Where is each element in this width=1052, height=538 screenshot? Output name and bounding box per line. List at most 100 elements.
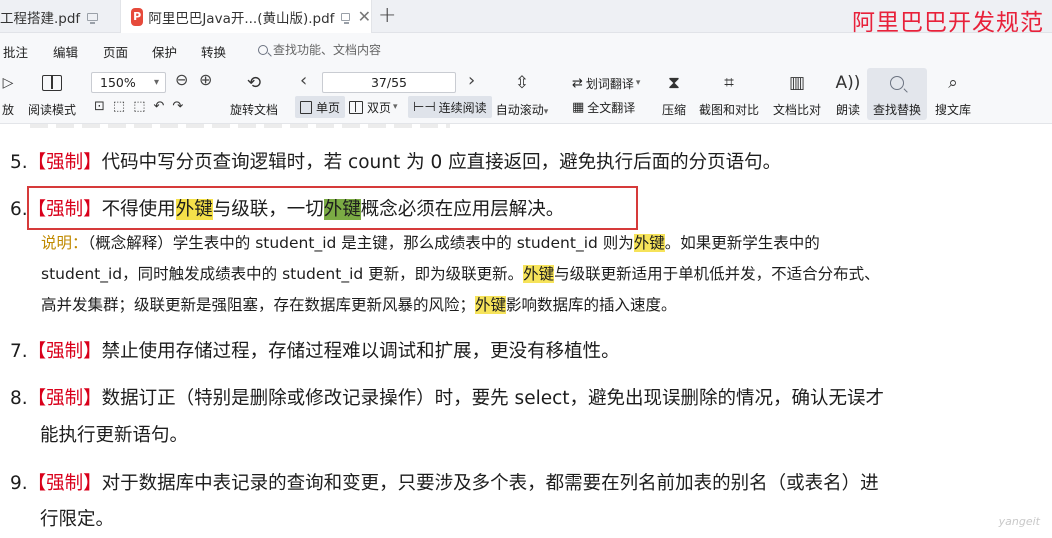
single-page-button[interactable]: 单页: [295, 96, 346, 118]
book-icon: [42, 75, 62, 91]
watermark: yangeit: [998, 515, 1040, 528]
tab-engineering-pdf[interactable]: 工程搭建.pdf: [0, 0, 115, 33]
continuous-icon: ⊢⊣: [413, 99, 436, 115]
reading-mode-button[interactable]: 阅读模式: [27, 71, 77, 118]
zoom-in-icon[interactable]: ⊕: [199, 70, 212, 89]
tab-alibaba-java-pdf[interactable]: P 阿里巴巴Java开...(黄山版).pdf ✕: [120, 0, 372, 33]
single-page-label: 单页: [316, 100, 341, 115]
rule-item-9-cont: 行限定。: [40, 509, 115, 530]
chevron-down-icon: ▾: [635, 78, 641, 88]
continuous-read-button[interactable]: ⊢⊣ 连续阅读: [408, 96, 492, 118]
reading-mode-label: 阅读模式: [27, 103, 76, 117]
menu-annotate[interactable]: 批注: [3, 42, 28, 61]
tab-label: 工程搭建.pdf: [0, 10, 81, 27]
prev-page-icon[interactable]: ‹: [300, 70, 307, 91]
double-page-label: 双页: [367, 100, 392, 115]
fit-page-icon[interactable]: ⬚: [113, 99, 125, 114]
highlight-foreign-key: 外键: [633, 234, 665, 252]
rule-tag: 【强制】: [27, 341, 102, 362]
search-icon: [258, 44, 268, 55]
auto-scroll-icon: ⇳: [514, 73, 530, 93]
rotate-doc-icon: ⟲: [246, 73, 262, 93]
compress-button[interactable]: ⧗ 压缩: [659, 71, 689, 118]
close-icon[interactable]: ✕: [358, 7, 371, 26]
menu-row: 批注 编辑 页面 保护 转换 查找功能、文档内容: [0, 33, 1052, 64]
doc-compare-icon: ▥: [788, 73, 806, 93]
monitor-icon: [87, 12, 99, 24]
full-translate-label: 全文翻译: [587, 100, 636, 115]
feature-search[interactable]: 查找功能、文档内容: [258, 41, 381, 58]
monitor-icon: [341, 12, 350, 24]
read-aloud-button[interactable]: A)) 朗读: [833, 71, 863, 118]
doc-compare-button[interactable]: ▥ 文档比对: [771, 71, 823, 118]
rule-item-5: 5.【强制】代码中写分页查询逻辑时，若 count 为 0 应直接返回，避免执行…: [10, 152, 782, 173]
translate-icon: ⇄: [572, 75, 583, 91]
zoom-value: 150%: [100, 75, 136, 90]
highlight-foreign-key: 外键: [523, 265, 555, 283]
note-line-1: 说明：（概念解释）学生表中的 student_id 是主键，那么成绩表中的 st…: [41, 234, 820, 252]
read-aloud-label: 朗读: [835, 103, 860, 117]
rule-item-9: 9.【强制】对于数据库中表记录的查询和变更，只要涉及多个表，都需要在列名前加表的…: [10, 473, 879, 494]
full-translate-icon: ▦: [572, 99, 585, 115]
chevron-down-icon: ▾: [393, 102, 398, 112]
menu-edit[interactable]: 编辑: [53, 42, 78, 61]
rule-item-7: 7.【强制】禁止使用存储过程，存储过程难以调试和扩展，更没有移植性。: [10, 341, 620, 362]
search-placeholder: 查找功能、文档内容: [273, 43, 382, 57]
rule-tag: 【强制】: [27, 388, 102, 409]
cut-off-text-line: [30, 124, 450, 128]
auto-scroll-button[interactable]: ⇳ 自动滚动▾: [493, 71, 551, 118]
screenshot-compare-label: 截图和对比: [698, 103, 759, 117]
chevron-down-icon: ▾: [153, 77, 159, 88]
rotate-left-icon[interactable]: ↶: [154, 99, 165, 114]
note-label: 说明：: [41, 234, 88, 252]
note-line-3: 高并发集群；级联更新是强阻塞，存在数据库更新风暴的风险；外键影响数据库的插入速度…: [41, 296, 677, 314]
single-page-icon: [300, 100, 312, 114]
menu-page[interactable]: 页面: [103, 42, 128, 61]
rule-tag: 【强制】: [27, 473, 102, 494]
rotate-doc-label: 旋转文档: [230, 103, 279, 117]
screenshot-compare-button[interactable]: ⌗ 截图和对比: [697, 71, 761, 118]
tab-bar: 工程搭建.pdf P 阿里巴巴Java开...(黄山版).pdf ✕ + 阿里巴…: [0, 0, 1052, 36]
word-translate-button[interactable]: ⇄ 划词翻译 ▾: [567, 72, 645, 94]
compress-icon: ⧗: [668, 73, 680, 93]
highlight-foreign-key: 外键: [475, 296, 507, 314]
view-tools: ⊡ ⬚ ⬚ ↶ ↷: [94, 99, 183, 114]
find-replace-label: 查找替换: [872, 103, 921, 117]
play-button[interactable]: ▷ 放: [0, 71, 16, 118]
red-annotation-box: [27, 186, 638, 230]
note-line-2: student_id，同时触发成绩表中的 student_id 更新，即为级联更…: [41, 265, 880, 283]
actual-size-icon[interactable]: ⊡: [94, 99, 105, 114]
overlay-title: 阿里巴巴开发规范: [852, 10, 1044, 36]
double-page-icon: [349, 100, 363, 114]
pdf-logo-icon: P: [131, 7, 144, 26]
full-translate-button[interactable]: ▦ 全文翻译: [567, 96, 640, 118]
rotate-right-icon[interactable]: ↷: [172, 99, 183, 114]
continuous-label: 连续阅读: [438, 100, 487, 115]
double-page-button[interactable]: 双页 ▾: [344, 96, 403, 118]
menu-protect[interactable]: 保护: [152, 42, 177, 61]
zoom-out-icon[interactable]: ⊖: [175, 70, 188, 89]
tab-label: 阿里巴巴Java开...(黄山版).pdf: [148, 10, 335, 27]
rotate-doc-button[interactable]: ⟲ 旋转文档: [230, 71, 278, 118]
play-label: 放: [1, 103, 14, 117]
find-replace-button[interactable]: 查找替换: [867, 68, 927, 120]
doc-compare-label: 文档比对: [772, 103, 821, 117]
zoom-select[interactable]: 150% ▾: [91, 72, 166, 93]
compress-label: 压缩: [661, 103, 686, 117]
search-icon: [890, 71, 904, 95]
auto-scroll-label: 自动滚动▾: [495, 103, 549, 117]
new-tab-plus-icon[interactable]: +: [378, 3, 396, 28]
search-library-icon: ⌕: [948, 73, 958, 93]
rule-tag: 【强制】: [27, 152, 102, 173]
play-icon: ▷: [2, 75, 14, 91]
search-library-button[interactable]: ⌕ 搜文库: [933, 71, 973, 118]
page-number-input[interactable]: 37/55: [322, 72, 456, 93]
word-translate-label: 划词翻译: [585, 76, 634, 91]
rule-item-8: 8.【强制】数据订正（特别是删除或修改记录操作）时，要先 select，避免出现…: [10, 388, 885, 409]
speaker-icon: A)): [835, 73, 861, 93]
screenshot-icon: ⌗: [724, 73, 734, 93]
search-library-label: 搜文库: [934, 103, 971, 117]
menu-convert[interactable]: 转换: [201, 42, 226, 61]
fit-width-icon[interactable]: ⬚: [133, 99, 145, 114]
next-page-icon[interactable]: ›: [468, 70, 475, 91]
